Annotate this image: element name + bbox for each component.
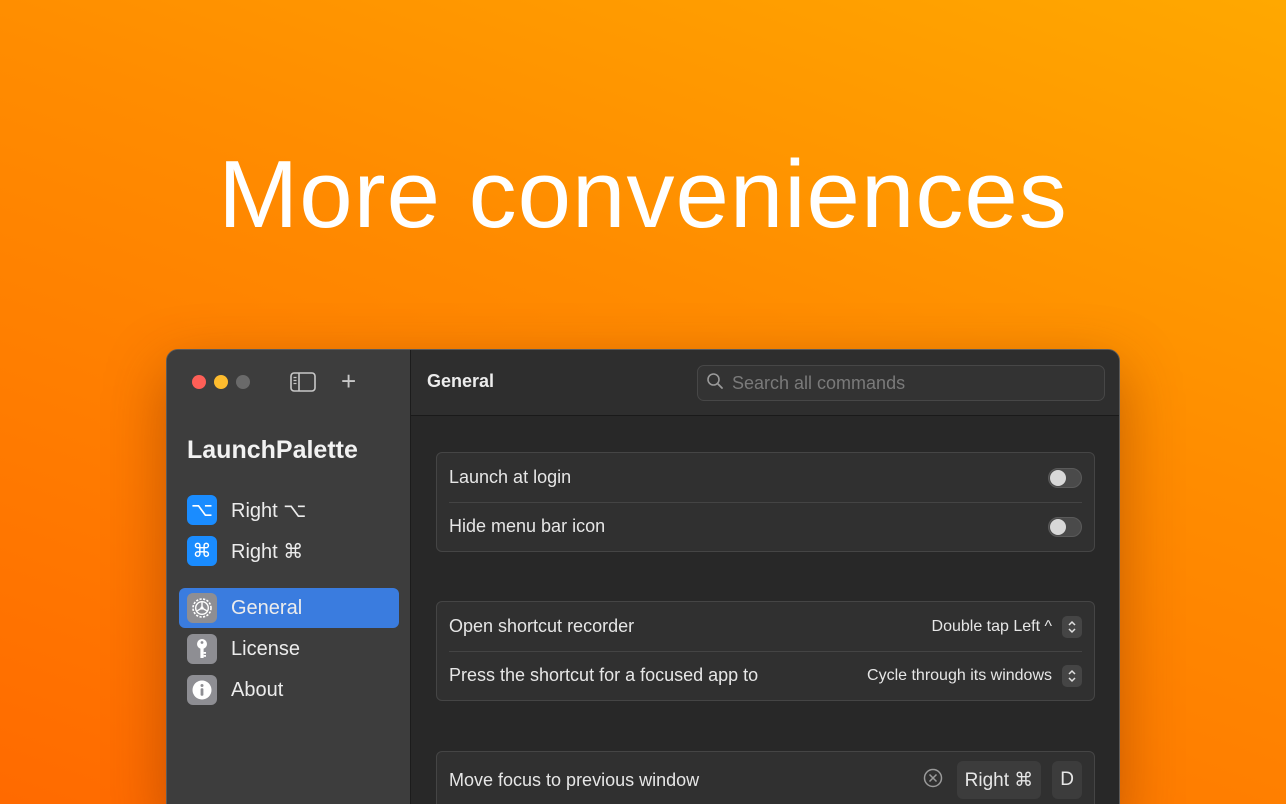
shortcut-keys: Right ⌘ D xyxy=(923,761,1082,799)
settings-content: Launch at login Hide menu bar icon Open … xyxy=(411,416,1119,804)
window-controls xyxy=(192,375,250,389)
sidebar-toggle-icon[interactable] xyxy=(290,372,316,397)
keycap-d[interactable]: D xyxy=(1052,761,1082,799)
settings-row-launch-at-login: Launch at login xyxy=(437,453,1094,502)
sidebar-nav: ⌥ Right ⌥ ⌘ Right ⌘ General License Abou… xyxy=(179,490,399,711)
sidebar-item-general[interactable]: General xyxy=(179,588,399,628)
settings-group-shortcuts: Open shortcut recorder Double tap Left ^… xyxy=(436,601,1095,701)
row-label: Move focus to previous window xyxy=(449,769,700,790)
sidebar-item-about[interactable]: About xyxy=(179,670,399,710)
row-label: Hide menu bar icon xyxy=(449,516,606,536)
search-input[interactable] xyxy=(732,372,1092,394)
minimize-window-button[interactable] xyxy=(214,375,228,389)
row-label: Press the shortcut for a focused app to xyxy=(449,665,759,685)
sidebar-item-label: License xyxy=(231,637,300,660)
page-title: General xyxy=(427,371,495,391)
keycap-right-command[interactable]: Right ⌘ xyxy=(956,761,1042,799)
sidebar-item-right-command[interactable]: ⌘ Right ⌘ xyxy=(179,531,399,571)
search-field[interactable] xyxy=(697,365,1105,401)
shortcut-recorder-popup[interactable]: Double tap Left ^ xyxy=(931,615,1082,638)
chevron-up-down-icon xyxy=(1062,664,1082,687)
chevron-up-down-icon xyxy=(1062,615,1082,638)
add-button[interactable]: + xyxy=(341,368,356,394)
sidebar-item-label: About xyxy=(231,678,284,701)
focused-app-action-popup[interactable]: Cycle through its windows xyxy=(867,664,1082,687)
settings-group-startup: Launch at login Hide menu bar icon xyxy=(436,452,1095,552)
popup-value: Double tap Left ^ xyxy=(931,617,1052,635)
sidebar: + LaunchPalette ⌥ Right ⌥ ⌘ Right ⌘ Gene… xyxy=(167,350,411,804)
popup-value: Cycle through its windows xyxy=(867,666,1052,684)
sidebar-item-label: Right ⌥ xyxy=(231,499,307,522)
launch-at-login-toggle[interactable] xyxy=(1048,467,1082,488)
zoom-window-button[interactable] xyxy=(236,375,250,389)
row-label: Launch at login xyxy=(449,467,572,487)
settings-row-focused-app-shortcut: Press the shortcut for a focused app to … xyxy=(437,651,1094,700)
main-pane: General Launch at login Hide menu b xyxy=(411,350,1119,804)
settings-row-open-shortcut-recorder: Open shortcut recorder Double tap Left ^ xyxy=(437,602,1094,651)
toolbar: General xyxy=(411,350,1119,416)
settings-row-hide-menu-bar-icon: Hide menu bar icon xyxy=(437,502,1094,551)
key-icon xyxy=(187,634,217,664)
command-key-icon: ⌘ xyxy=(187,536,217,566)
sidebar-item-label: Right ⌘ xyxy=(231,540,304,563)
close-window-button[interactable] xyxy=(192,375,206,389)
gear-icon xyxy=(187,593,217,623)
app-title: LaunchPalette xyxy=(187,436,358,464)
headline: More conveniences xyxy=(218,141,1068,248)
settings-window: + LaunchPalette ⌥ Right ⌥ ⌘ Right ⌘ Gene… xyxy=(166,349,1120,804)
sidebar-item-license[interactable]: License xyxy=(179,629,399,669)
info-icon xyxy=(187,675,217,705)
search-icon xyxy=(706,372,724,395)
settings-group-window-focus: Move focus to previous window Right ⌘ D xyxy=(436,751,1095,804)
sidebar-item-right-option[interactable]: ⌥ Right ⌥ xyxy=(179,490,399,530)
clear-shortcut-icon[interactable] xyxy=(923,768,943,793)
row-label: Open shortcut recorder xyxy=(449,616,635,636)
sidebar-item-label: General xyxy=(231,596,303,619)
option-key-icon: ⌥ xyxy=(187,495,217,525)
settings-row-move-focus-previous: Move focus to previous window Right ⌘ D xyxy=(437,752,1094,804)
hide-menu-bar-icon-toggle[interactable] xyxy=(1048,516,1082,537)
